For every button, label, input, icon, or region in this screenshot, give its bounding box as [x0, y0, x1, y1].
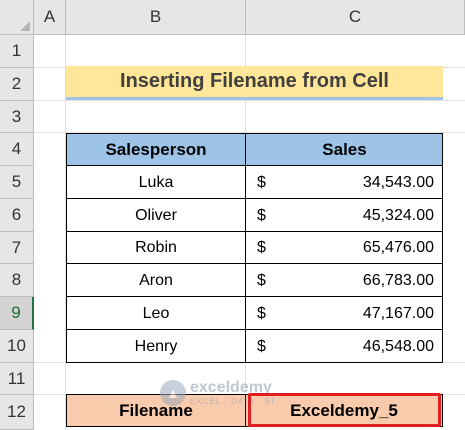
- sales-amount: 66,783.00: [362, 271, 434, 289]
- row-header-10[interactable]: 10: [0, 330, 34, 363]
- row-header-7[interactable]: 7: [0, 232, 34, 264]
- salesperson-cell[interactable]: Robin: [66, 231, 246, 264]
- salesperson-cell[interactable]: Leo: [66, 297, 246, 330]
- currency-symbol: $: [257, 304, 266, 322]
- salesperson-cell[interactable]: Oliver: [66, 199, 246, 232]
- sales-cell[interactable]: $45,324.00: [246, 199, 443, 232]
- exceldemy-logo-icon: ▲: [160, 380, 186, 406]
- currency-symbol: $: [257, 271, 266, 289]
- row-header-4[interactable]: 4: [0, 133, 34, 166]
- sales-cell[interactable]: $47,167.00: [246, 297, 443, 330]
- gridline: [34, 100, 465, 101]
- table-divider: [66, 231, 443, 232]
- sales-cell[interactable]: $66,783.00: [246, 264, 443, 297]
- table-divider: [66, 296, 443, 297]
- salesperson-cell[interactable]: Luka: [66, 166, 246, 199]
- column-header-c[interactable]: C: [246, 0, 465, 35]
- table-divider: [66, 198, 443, 199]
- sales-amount: 46,548.00: [362, 337, 434, 355]
- row-header-1[interactable]: 1: [0, 35, 34, 68]
- row-header-3[interactable]: 3: [0, 101, 34, 133]
- row-header-2[interactable]: 2: [0, 68, 34, 101]
- currency-symbol: $: [257, 173, 266, 191]
- row-header-6[interactable]: 6: [0, 199, 34, 232]
- select-all-corner[interactable]: [0, 0, 34, 35]
- column-header-a[interactable]: A: [34, 0, 66, 35]
- table-divider: [66, 263, 443, 264]
- sales-cell[interactable]: $34,543.00: [246, 166, 443, 199]
- filename-highlight-box: [248, 393, 441, 427]
- row-header-9[interactable]: 9: [0, 297, 34, 330]
- header-sales[interactable]: Sales: [246, 133, 443, 166]
- column-header-b[interactable]: B: [66, 0, 246, 35]
- sales-amount: 45,324.00: [362, 206, 434, 224]
- sheet-title[interactable]: Inserting Filename from Cell: [66, 66, 443, 100]
- row-header-11[interactable]: 11: [0, 363, 34, 395]
- salesperson-cell[interactable]: Aron: [66, 264, 246, 297]
- currency-symbol: $: [257, 337, 266, 355]
- row-header-8[interactable]: 8: [0, 264, 34, 297]
- sales-amount: 65,476.00: [362, 238, 434, 256]
- table-divider: [66, 329, 443, 330]
- header-salesperson[interactable]: Salesperson: [66, 133, 246, 166]
- sales-cell[interactable]: $65,476.00: [246, 231, 443, 264]
- salesperson-cell[interactable]: Henry: [66, 330, 246, 363]
- row-header-5[interactable]: 5: [0, 166, 34, 199]
- row-header-12[interactable]: 12: [0, 395, 34, 430]
- currency-symbol: $: [257, 206, 266, 224]
- select-all-triangle-icon: [20, 21, 30, 31]
- sales-amount: 47,167.00: [362, 304, 434, 322]
- table-divider: [66, 165, 443, 166]
- sales-amount: 34,543.00: [362, 173, 434, 191]
- sales-cell[interactable]: $46,548.00: [246, 330, 443, 363]
- currency-symbol: $: [257, 238, 266, 256]
